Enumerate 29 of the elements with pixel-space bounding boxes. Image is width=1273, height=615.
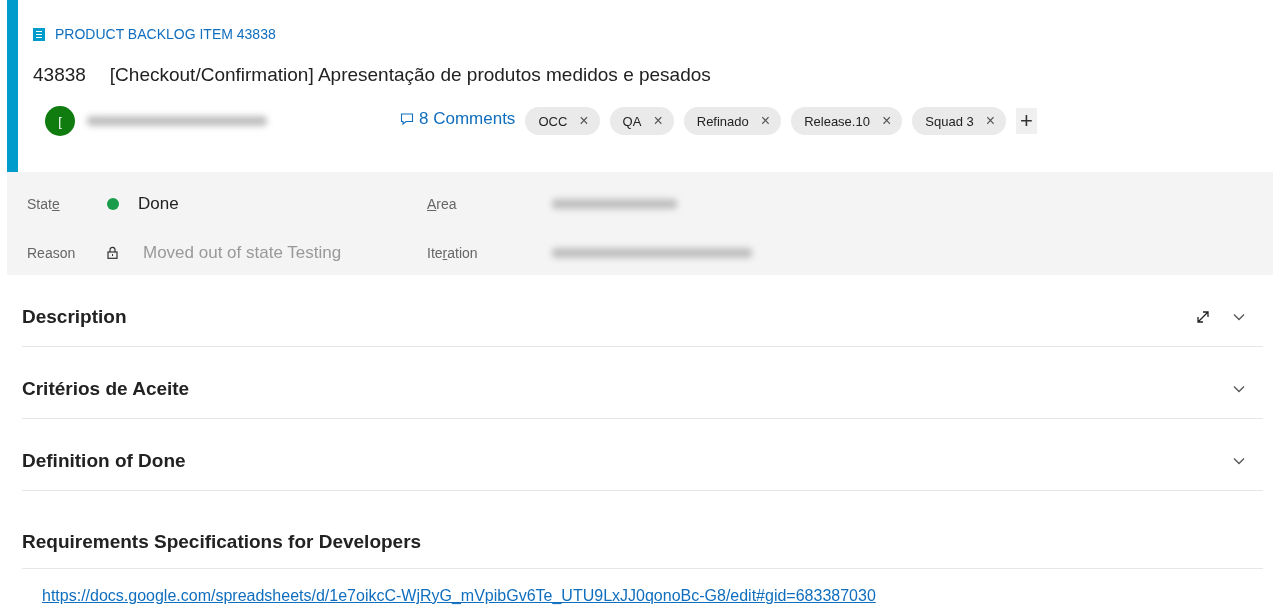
work-item-type: PRODUCT BACKLOG ITEM 43838 bbox=[55, 26, 276, 42]
chevron-down-icon[interactable] bbox=[1233, 456, 1245, 465]
section-title: Critérios de Aceite bbox=[22, 377, 190, 400]
chevron-down-icon[interactable] bbox=[1233, 384, 1245, 393]
backlog-item-icon bbox=[33, 27, 45, 41]
tag[interactable]: Release.10 × bbox=[791, 107, 903, 135]
state-value[interactable]: Done bbox=[138, 194, 179, 214]
section-title: Description bbox=[22, 305, 127, 328]
field-label: Area bbox=[427, 196, 458, 212]
work-item-title: [Checkout/Confirmation] Apresentação de produtos medidos e pesados bbox=[109, 64, 711, 86]
tag[interactable]: Squad 3 × bbox=[912, 107, 1007, 135]
avatar: [ bbox=[45, 106, 75, 136]
tag[interactable]: OCC × bbox=[525, 107, 600, 135]
work-item-id: 43838 bbox=[33, 64, 86, 86]
spreadsheet-link[interactable]: https://docs.google.com/spreadsheets/d/1e7oikcC-WjRyG_mVpibGv6Te_UTU9LxJJ0qonoBc-G8/edit#gid=683387030 bbox=[42, 587, 876, 604]
expand-icon[interactable] bbox=[1195, 308, 1211, 325]
section-title: Requirements Specifications for Developers bbox=[22, 530, 422, 553]
section-title: Definition of Done bbox=[22, 449, 186, 472]
tag[interactable]: Refinado × bbox=[683, 107, 782, 135]
field-label: Reason bbox=[27, 244, 77, 261]
field-label: State bbox=[27, 196, 61, 212]
tag[interactable]: QA × bbox=[609, 107, 674, 135]
chevron-down-icon[interactable] bbox=[1233, 312, 1245, 321]
add-tag-button[interactable]: + bbox=[1016, 108, 1037, 134]
reason-value: Moved out of state Testing bbox=[143, 242, 342, 263]
comments-link[interactable]: 8 Comments bbox=[400, 109, 516, 129]
lock-icon bbox=[107, 246, 118, 259]
comment-icon bbox=[400, 112, 414, 126]
field-label: Iteration bbox=[427, 244, 479, 261]
